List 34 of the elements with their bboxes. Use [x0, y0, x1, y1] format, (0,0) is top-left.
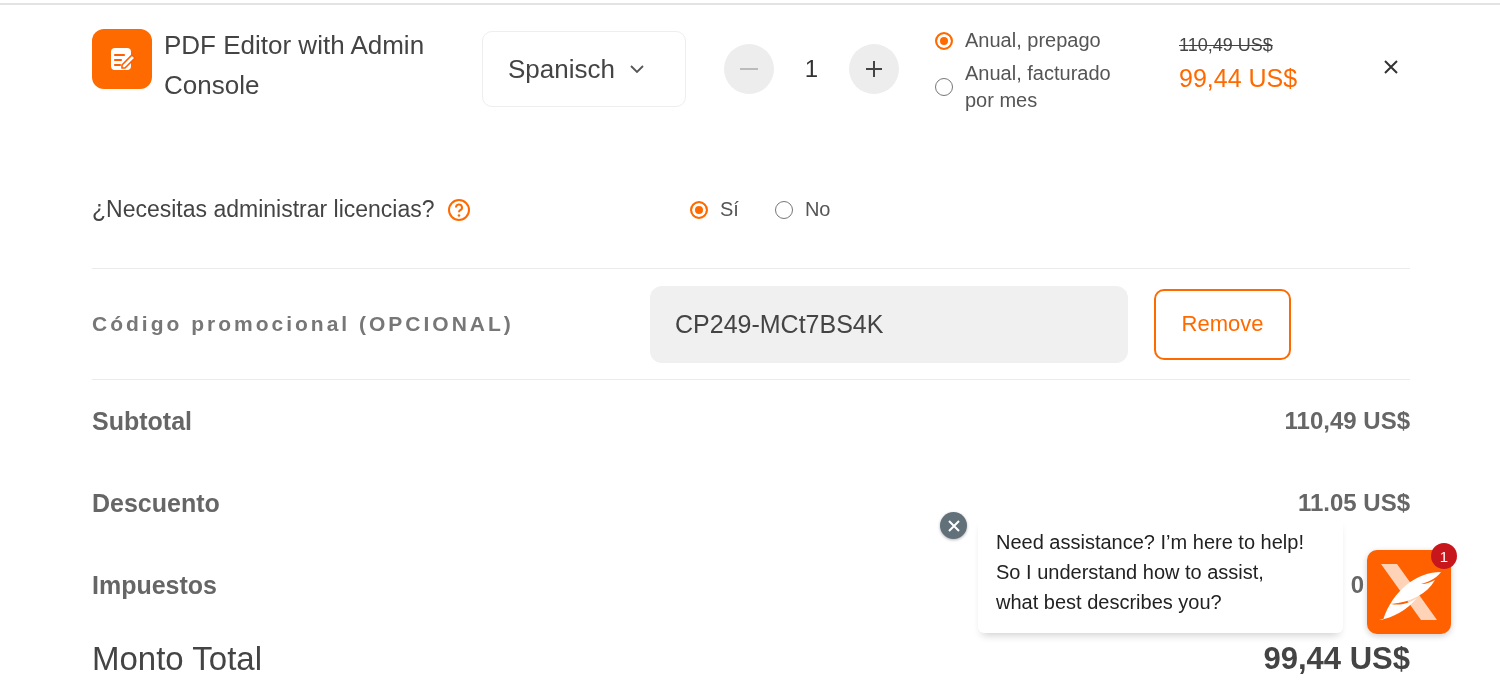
discounted-price: 99,44 US$	[1179, 64, 1299, 93]
close-icon	[1383, 59, 1399, 75]
total-value: 99,44 US$	[1263, 641, 1410, 677]
chat-message: Need assistance? I’m here to help! So I understand how to assist, what best describes you?	[978, 517, 1343, 633]
radio-button[interactable]	[774, 200, 793, 219]
chat-launcher-button[interactable]	[1367, 550, 1451, 634]
license-question: ¿Necesitas administrar licencias?	[92, 196, 435, 223]
original-price: 110,49 US$	[1179, 35, 1274, 56]
summary-label: Descuento	[92, 489, 220, 518]
promo-code-label: Código promocional (OPCIONAL)	[92, 312, 515, 336]
summary-value: 11.05 US$	[1297, 489, 1410, 517]
help-icon	[446, 197, 471, 222]
summary-label: Impuestos	[92, 571, 218, 600]
minus-icon	[740, 68, 758, 70]
language-dropdown[interactable]: Spanisch	[482, 31, 686, 107]
billing-option-label[interactable]: Anual, facturado por mes	[965, 60, 1135, 114]
radio-button[interactable]	[935, 78, 953, 96]
radio-label[interactable]: Sí	[720, 198, 739, 221]
summary-value: 0	[1350, 571, 1364, 599]
total-label: Monto Total	[92, 640, 262, 678]
promo-code-field[interactable]: CP249-MCt7BS4K	[650, 285, 1128, 363]
quantity-value: 1	[803, 55, 820, 83]
radio-button[interactable]	[690, 200, 708, 219]
plus-button[interactable]	[849, 44, 899, 94]
notification-badge: 1	[1431, 543, 1457, 569]
summary-label: Subtotal	[92, 407, 192, 436]
close-icon	[947, 519, 960, 532]
billing-option-label[interactable]: Anual, prepago	[965, 27, 1135, 54]
summary-value: 110,49 US$	[1284, 407, 1410, 435]
plus-icon	[865, 60, 883, 78]
radio-label[interactable]: No	[804, 198, 831, 221]
chevron-down-icon	[628, 64, 645, 74]
radio-button[interactable]	[935, 31, 953, 50]
product-title: PDF Editor with Admin Console	[164, 29, 426, 102]
